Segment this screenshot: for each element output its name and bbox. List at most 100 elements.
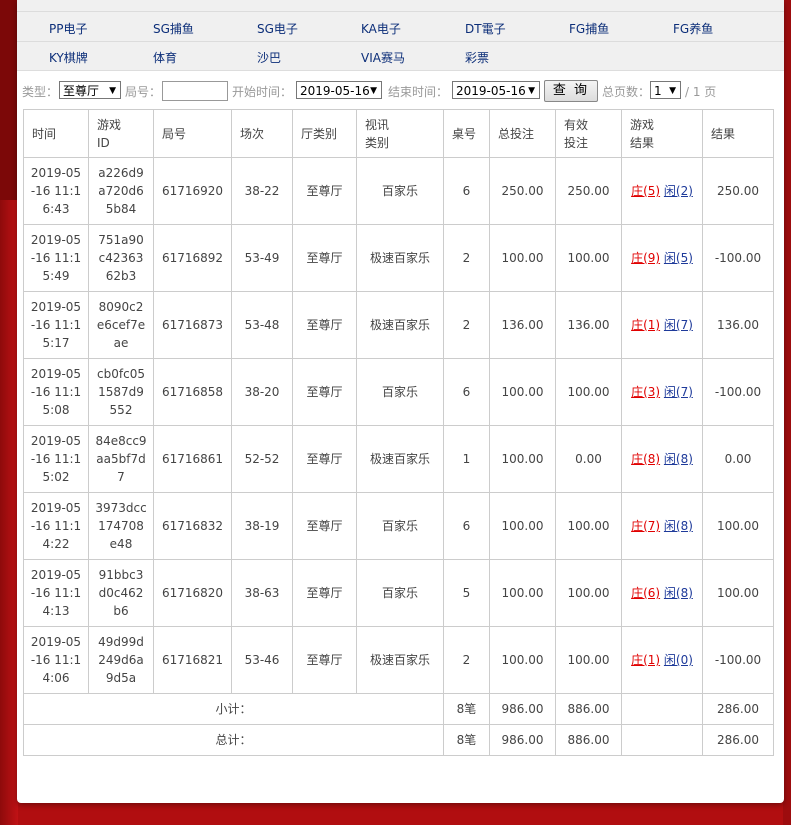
- type-select[interactable]: 至尊厅 ▼: [59, 81, 121, 99]
- nav-item-saba[interactable]: 沙巴: [257, 49, 281, 66]
- cell-round[interactable]: 61716858: [153, 358, 232, 426]
- subtotal-total-bet: 986.00: [489, 693, 556, 725]
- player-result-link[interactable]: 闲(0): [664, 653, 693, 667]
- player-result-link[interactable]: 闲(7): [664, 385, 693, 399]
- nav-item-dt-electronic[interactable]: DT電子: [465, 20, 506, 37]
- banker-result-link[interactable]: 庄(3): [631, 385, 660, 399]
- player-result-link[interactable]: 闲(8): [664, 519, 693, 533]
- cell-valid-bet: 100.00: [555, 492, 622, 560]
- cell-hall-type: 至尊厅: [292, 425, 357, 493]
- cell-round[interactable]: 61716821: [153, 626, 232, 694]
- cell-result: 250.00: [702, 157, 774, 225]
- query-button[interactable]: 查 询: [544, 80, 598, 102]
- banker-result-link[interactable]: 庄(5): [631, 184, 660, 198]
- cell-game-id: 3973dcc174708e48: [88, 492, 154, 560]
- start-date-value: 2019-05-16: [300, 84, 370, 98]
- banker-result-link[interactable]: 庄(9): [631, 251, 660, 265]
- end-time-label: 结束时间：: [388, 85, 449, 99]
- total-pages-label: 总页数：: [602, 85, 651, 99]
- col-header-video-type-text: 视讯类别: [365, 117, 390, 150]
- cell-valid-bet: 0.00: [555, 425, 622, 493]
- cell-round[interactable]: 61716861: [153, 425, 232, 493]
- player-result-link[interactable]: 闲(8): [664, 586, 693, 600]
- table-row: 2019-05-16 11:14:22 3973dcc174708e48 61716…: [23, 492, 774, 560]
- cell-result: 136.00: [702, 291, 774, 359]
- banker-result-link[interactable]: 庄(8): [631, 452, 660, 466]
- cell-table-no: 6: [443, 157, 490, 225]
- cell-hall-type: 至尊厅: [292, 559, 357, 627]
- player-result-link[interactable]: 闲(8): [664, 452, 693, 466]
- cell-session: 38-22: [231, 157, 293, 225]
- background-right: [783, 0, 791, 825]
- cell-time: 2019-05-16 11:15:17: [23, 291, 89, 359]
- col-header-round: 局号: [153, 109, 232, 158]
- cell-time: 2019-05-16 11:14:13: [23, 559, 89, 627]
- round-label: 局号：: [125, 85, 162, 99]
- banker-result-link[interactable]: 庄(7): [631, 519, 660, 533]
- cell-session: 53-49: [231, 224, 293, 292]
- nav-item-pp-electronic[interactable]: PP电子: [49, 20, 87, 37]
- nav-item-sports[interactable]: 体育: [153, 49, 177, 66]
- cell-session: 38-63: [231, 559, 293, 627]
- nav-item-fg-fishing[interactable]: FG捕鱼: [569, 20, 609, 37]
- start-date-select[interactable]: 2019-05-16 ▼: [296, 81, 382, 99]
- cell-total-bet: 250.00: [489, 157, 556, 225]
- cell-total-bet: 100.00: [489, 224, 556, 292]
- cell-round[interactable]: 61716820: [153, 559, 232, 627]
- cell-session: 53-46: [231, 626, 293, 694]
- cell-total-bet: 100.00: [489, 492, 556, 560]
- cell-video-type: 极速百家乐: [356, 291, 444, 359]
- cell-video-type: 极速百家乐: [356, 425, 444, 493]
- cell-valid-bet: 250.00: [555, 157, 622, 225]
- col-header-session: 场次: [231, 109, 293, 158]
- cell-round[interactable]: 61716892: [153, 224, 232, 292]
- col-header-total-bet: 总投注: [489, 109, 556, 158]
- nav-item-via-horse-racing[interactable]: VIA赛马: [361, 49, 405, 66]
- page-select-value: 1: [654, 84, 662, 98]
- round-input[interactable]: [162, 81, 228, 101]
- cell-total-bet: 100.00: [489, 358, 556, 426]
- cell-video-type: 百家乐: [356, 157, 444, 225]
- nav-item-sg-electronic[interactable]: SG电子: [257, 20, 298, 37]
- banker-result-link[interactable]: 庄(6): [631, 586, 660, 600]
- cell-table-no: 2: [443, 291, 490, 359]
- cell-round[interactable]: 61716920: [153, 157, 232, 225]
- chevron-down-icon: ▼: [528, 86, 535, 96]
- cell-hall-type: 至尊厅: [292, 358, 357, 426]
- grandtotal-valid-bet: 886.00: [555, 724, 622, 756]
- cell-hall-type: 至尊厅: [292, 492, 357, 560]
- end-date-select[interactable]: 2019-05-16 ▼: [452, 81, 540, 99]
- banker-result-link[interactable]: 庄(1): [631, 653, 660, 667]
- cell-game-result: 庄(3) 闲(7): [621, 358, 703, 426]
- chevron-down-icon: ▼: [370, 86, 377, 96]
- nav-item-fg-fish-farm[interactable]: FG养鱼: [673, 20, 713, 37]
- cell-round[interactable]: 61716832: [153, 492, 232, 560]
- cell-hall-type: 至尊厅: [292, 626, 357, 694]
- cell-result: 0.00: [702, 425, 774, 493]
- player-result-link[interactable]: 闲(2): [664, 184, 693, 198]
- cell-video-type: 百家乐: [356, 492, 444, 560]
- cell-valid-bet: 100.00: [555, 224, 622, 292]
- player-result-link[interactable]: 闲(5): [664, 251, 693, 265]
- nav-row-2: KY棋牌 体育 沙巴 VIA赛马 彩票: [17, 41, 784, 70]
- banker-result-link[interactable]: 庄(1): [631, 318, 660, 332]
- end-date-value: 2019-05-16: [456, 84, 526, 98]
- cell-table-no: 2: [443, 626, 490, 694]
- page-select[interactable]: 1 ▼: [650, 81, 681, 99]
- nav-item-sg-fishing[interactable]: SG捕鱼: [153, 20, 194, 37]
- nav-item-ky-chess[interactable]: KY棋牌: [49, 49, 88, 66]
- col-header-table-no: 桌号: [443, 109, 490, 158]
- nav-item-lottery[interactable]: 彩票: [465, 49, 489, 66]
- cell-result: -100.00: [702, 224, 774, 292]
- cell-total-bet: 100.00: [489, 559, 556, 627]
- cell-time: 2019-05-16 11:15:08: [23, 358, 89, 426]
- cell-round[interactable]: 61716873: [153, 291, 232, 359]
- player-result-link[interactable]: 闲(7): [664, 318, 693, 332]
- cell-table-no: 1: [443, 425, 490, 493]
- table-row: 2019-05-16 11:14:13 91bbc3d0c462b6 6171682…: [23, 559, 774, 627]
- cell-table-no: 6: [443, 358, 490, 426]
- nav-item-ka-electronic[interactable]: KA电子: [361, 20, 401, 37]
- cell-hall-type: 至尊厅: [292, 224, 357, 292]
- col-header-game-id-text: 游戏ID: [97, 117, 122, 150]
- table-row: 2019-05-16 11:15:02 84e8cc9aa5bf7d7 617168…: [23, 425, 774, 493]
